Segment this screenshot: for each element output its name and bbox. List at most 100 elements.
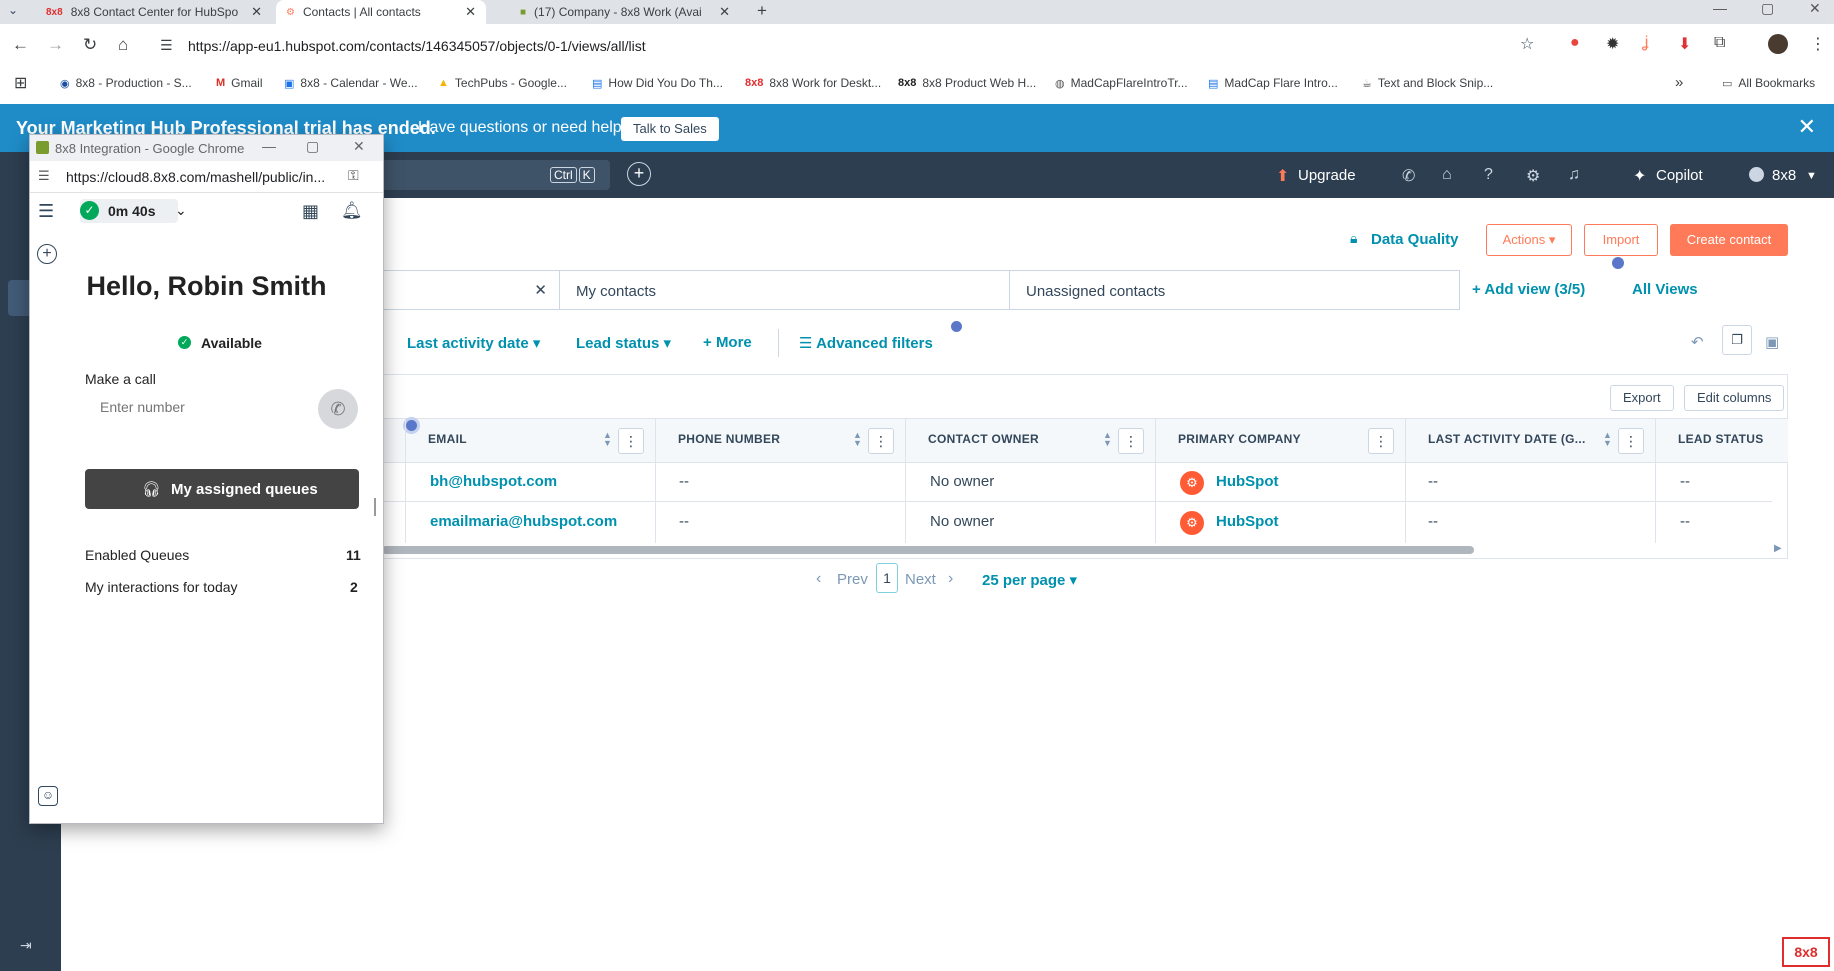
- tab-contacts[interactable]: ⚙ Contacts | All contacts ✕: [276, 0, 486, 24]
- phone-icon[interactable]: ✆: [1402, 166, 1415, 186]
- copy-icon[interactable]: ❐: [1722, 325, 1752, 355]
- lead-status-filter[interactable]: Lead status ▾: [576, 334, 671, 352]
- sort-icon[interactable]: ▲ ▼: [1103, 431, 1112, 448]
- all-bookmarks[interactable]: ▭ All Bookmarks: [1722, 76, 1815, 90]
- bookmark-item[interactable]: ☕ Text and Block Snip...: [1362, 76, 1493, 90]
- data-quality-link[interactable]: Data Quality: [1371, 231, 1459, 248]
- bookmark-item[interactable]: ▣ 8x8 - Calendar - We...: [284, 76, 418, 90]
- reload-icon[interactable]: ↻: [83, 35, 97, 55]
- extension-download-icon[interactable]: ⬇: [1678, 34, 1691, 54]
- extension-red-icon[interactable]: ●: [1570, 34, 1580, 52]
- tab-search-icon[interactable]: ⌄: [8, 3, 18, 17]
- column-header-last-activity[interactable]: LAST ACTIVITY DATE (G...: [1428, 432, 1586, 446]
- home-icon[interactable]: ⌂: [118, 35, 128, 55]
- tab-all-contacts[interactable]: ✕: [370, 270, 560, 310]
- sort-icon[interactable]: ▲ ▼: [603, 431, 612, 448]
- extension-hubspot-icon[interactable]: ʝ: [1642, 34, 1648, 52]
- notifications-bell-icon[interactable]: ♫: [1568, 166, 1580, 184]
- bookmark-item[interactable]: ▤ MadCap Flare Intro...: [1208, 76, 1338, 90]
- bookmark-item[interactable]: ▤ How Did You Do Th...: [592, 76, 723, 90]
- column-menu-icon[interactable]: ⋮: [1618, 428, 1644, 454]
- maximize-icon[interactable]: ▢: [1761, 0, 1774, 17]
- phone-number-input[interactable]: [85, 391, 305, 423]
- window-close-icon[interactable]: ✕: [353, 138, 365, 155]
- prev-page-button[interactable]: Prev: [837, 571, 868, 588]
- more-filters-button[interactable]: + More: [703, 334, 752, 351]
- contacts-book-icon[interactable]: ☺: [38, 786, 58, 806]
- bookmark-item[interactable]: ▲ TechPubs - Google...: [438, 76, 567, 90]
- bookmark-item[interactable]: ◉ 8x8 - Production - S...: [60, 76, 192, 90]
- 8x8-brand-badge[interactable]: 8x8: [1782, 937, 1830, 967]
- close-icon[interactable]: ✕: [719, 4, 730, 20]
- more-bookmarks-icon[interactable]: »: [1675, 74, 1683, 91]
- last-activity-date-filter[interactable]: Last activity date ▾: [407, 334, 540, 352]
- agent-status[interactable]: Available: [201, 335, 262, 351]
- undo-icon[interactable]: ↶: [1691, 333, 1704, 351]
- tab-company-8x8-work[interactable]: ■ (17) Company - 8x8 Work (Avai ✕: [510, 0, 740, 24]
- close-icon[interactable]: ✕: [251, 4, 262, 20]
- column-menu-icon[interactable]: ⋮: [618, 428, 644, 454]
- close-icon[interactable]: ✕: [534, 281, 547, 299]
- site-info-icon[interactable]: ☰: [38, 168, 50, 184]
- scroll-right-icon[interactable]: ▶: [1774, 543, 1782, 554]
- export-button[interactable]: Export: [1610, 385, 1674, 411]
- chevron-left-icon[interactable]: ‹: [816, 570, 821, 588]
- sort-icon[interactable]: ▲ ▼: [853, 431, 862, 448]
- extension-gear-icon[interactable]: ✹: [1606, 34, 1619, 54]
- account-name[interactable]: 8x8: [1772, 167, 1796, 184]
- marketplace-icon[interactable]: ⌂: [1442, 166, 1452, 184]
- sort-icon[interactable]: ▲ ▼: [1603, 431, 1612, 448]
- save-icon[interactable]: ▣: [1765, 333, 1779, 351]
- per-page-select[interactable]: 25 per page ▾: [982, 571, 1077, 589]
- column-header-primary-company[interactable]: PRIMARY COMPANY: [1178, 432, 1301, 446]
- actions-button[interactable]: Actions ▾: [1486, 224, 1572, 256]
- bookmark-item[interactable]: 8x8 8x8 Product Web H...: [898, 76, 1036, 90]
- column-menu-icon[interactable]: ⋮: [1118, 428, 1144, 454]
- close-icon[interactable]: ✕: [465, 4, 476, 20]
- key-icon[interactable]: ⚿: [348, 167, 359, 184]
- browser-menu-icon[interactable]: ⋮: [1810, 34, 1826, 54]
- dial-phone-icon[interactable]: ✆: [318, 389, 358, 429]
- column-header-phone[interactable]: PHONE NUMBER: [678, 432, 780, 446]
- minimize-icon[interactable]: —: [1713, 0, 1727, 16]
- new-tab-icon[interactable]: +: [757, 1, 767, 21]
- import-button[interactable]: Import: [1584, 224, 1658, 256]
- create-contact-button[interactable]: Create contact: [1670, 224, 1788, 256]
- chevron-down-icon[interactable]: ⌄: [175, 202, 187, 219]
- help-icon[interactable]: ?: [1484, 166, 1493, 184]
- extensions-puzzle-icon[interactable]: ⧉: [1714, 34, 1725, 52]
- next-page-button[interactable]: Next: [905, 571, 936, 588]
- url-field[interactable]: https://app-eu1.hubspot.com/contacts/146…: [188, 38, 646, 54]
- tab-unassigned-contacts[interactable]: Unassigned contacts: [1009, 270, 1460, 310]
- forward-icon[interactable]: →: [47, 35, 64, 55]
- bookmark-item[interactable]: M Gmail: [216, 76, 263, 90]
- account-avatar[interactable]: [1749, 167, 1764, 182]
- site-info-icon[interactable]: ☰: [160, 37, 173, 54]
- column-menu-icon[interactable]: ⋮: [1368, 428, 1394, 454]
- copilot-button[interactable]: Copilot: [1656, 167, 1703, 184]
- hamburger-menu-icon[interactable]: ☰: [38, 201, 54, 222]
- add-view-button[interactable]: + Add view (3/5): [1472, 281, 1585, 298]
- horizontal-scrollbar[interactable]: [382, 546, 1474, 554]
- add-plus-icon[interactable]: +: [37, 244, 57, 264]
- close-icon[interactable]: ✕: [1798, 114, 1816, 140]
- popup-scrollbar[interactable]: [374, 498, 376, 516]
- advanced-filters-button[interactable]: ☰ Advanced filters: [799, 334, 933, 352]
- layout-panels-icon[interactable]: ▦: [302, 201, 319, 222]
- column-menu-icon[interactable]: ⋮: [868, 428, 894, 454]
- column-header-email[interactable]: EMAIL: [428, 432, 467, 446]
- back-icon[interactable]: ←: [12, 35, 29, 55]
- talk-to-sales-button[interactable]: Talk to Sales: [621, 117, 719, 141]
- tab-my-contacts[interactable]: My contacts: [559, 270, 1010, 310]
- chevron-right-icon[interactable]: ›: [948, 570, 953, 588]
- column-header-lead-status[interactable]: LEAD STATUS: [1678, 432, 1764, 446]
- sidebar-expand-icon[interactable]: ⇥: [20, 937, 32, 954]
- bookmark-star-icon[interactable]: ☆: [1520, 34, 1534, 54]
- profile-avatar[interactable]: [1768, 34, 1788, 54]
- upgrade-link[interactable]: Upgrade: [1298, 167, 1356, 184]
- contact-email-link[interactable]: bh@hubspot.com: [430, 473, 557, 490]
- notifications-bell-icon[interactable]: 🔔︎: [341, 201, 363, 221]
- create-plus-icon[interactable]: +: [627, 162, 651, 186]
- all-views-link[interactable]: All Views: [1632, 281, 1698, 298]
- window-close-icon[interactable]: ✕: [1809, 0, 1821, 17]
